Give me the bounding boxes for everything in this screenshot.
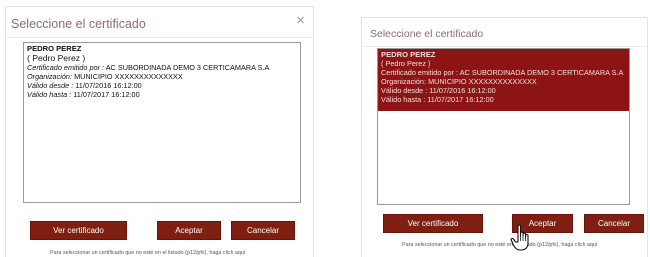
org-label: Organización: [27,72,73,81]
certificate-valid-from-row: Válido desde : 11/07/2016 16:12:00 [27,81,297,90]
view-certificate-button[interactable]: Ver certificado [383,214,483,233]
dialog-title: Seleccione el certificado [11,17,146,31]
footer-link[interactable]: Para seleccionar un certificado que no e… [402,242,597,248]
certificate-name: PEDRO PEREZ [27,44,82,53]
org-label: Organización: [381,77,427,86]
close-icon[interactable]: × [296,13,305,28]
cancel-button[interactable]: Cancelar [231,221,295,240]
valid-from-value: 11/07/2016 16:12:00 [75,81,142,90]
certificate-org-row: Organización: MUNICIPIO XXXXXXXXXXXXXX [27,72,297,81]
certificate-list-item[interactable]: PEDRO PEREZ ( Pedro Perez ) Certificado … [24,43,300,100]
valid-from-value: 11/07/2016 16:12:00 [429,86,496,95]
issuer-label: Certificado emitido por : [381,68,459,77]
valid-to-label: Válido hasta : [381,95,426,104]
certificate-dialog-left: Seleccione el certificado × PEDRO PEREZ … [5,6,314,257]
valid-to-value: 11/07/2017 16:12:00 [73,90,140,99]
title-divider [6,37,313,38]
cancel-button[interactable]: Cancelar [584,214,644,233]
issuer-value: AC SUBORDINADA DEMO 3 CERTICAMARA S.A [459,68,624,77]
accept-button[interactable]: Aceptar [157,221,221,240]
certificate-issuer-row: Certificado emitido por : AC SUBORDINADA… [381,68,626,77]
valid-to-value: 11/07/2017 16:12:00 [427,95,494,104]
certificate-list[interactable]: PEDRO PEREZ ( Pedro Perez ) Certificado … [377,48,630,205]
footer-link[interactable]: Para seleccionar un certificado que no e… [50,250,245,256]
certificate-name: PEDRO PEREZ [381,50,436,59]
view-certificate-button[interactable]: Ver certificado [30,221,127,240]
certificate-valid-from-row: Válido desde : 11/07/2016 16:12:00 [381,86,626,95]
valid-to-label: Válido hasta : [27,90,72,99]
certificate-valid-to-row: Válido hasta : 11/07/2017 16:12:00 [27,90,297,99]
valid-from-label: Válido desde : [381,86,428,95]
certificate-list[interactable]: PEDRO PEREZ ( Pedro Perez ) Certificado … [23,42,301,203]
hand-pointer-icon [510,224,529,251]
issuer-label: Certificado emitido por : [27,63,105,72]
valid-from-label: Válido desde : [27,81,74,90]
org-value: MUNICIPIO XXXXXXXXXXXXXX [428,77,537,86]
org-value: MUNICIPIO XXXXXXXXXXXXXX [74,72,183,81]
certificate-org-row: Organización: MUNICIPIO XXXXXXXXXXXXXX [381,77,626,86]
certificate-valid-to-row: Válido hasta : 11/07/2017 16:12:00 [381,95,626,104]
certificate-issuer-row: Certificado emitido por : AC SUBORDINADA… [27,63,297,72]
certificate-display-name: ( Pedro Perez ) [381,59,431,68]
certificate-dialog-right: Seleccione el certificado PEDRO PEREZ ( … [361,17,648,257]
issuer-value: AC SUBORDINADA DEMO 3 CERTICAMARA S.A [105,63,270,72]
certificate-list-item-selected[interactable]: PEDRO PEREZ ( Pedro Perez ) Certificado … [378,49,629,111]
certificate-display-name: ( Pedro Perez ) [27,53,86,63]
dialog-title: Seleccione el certificado [370,28,484,40]
title-divider [362,46,647,47]
